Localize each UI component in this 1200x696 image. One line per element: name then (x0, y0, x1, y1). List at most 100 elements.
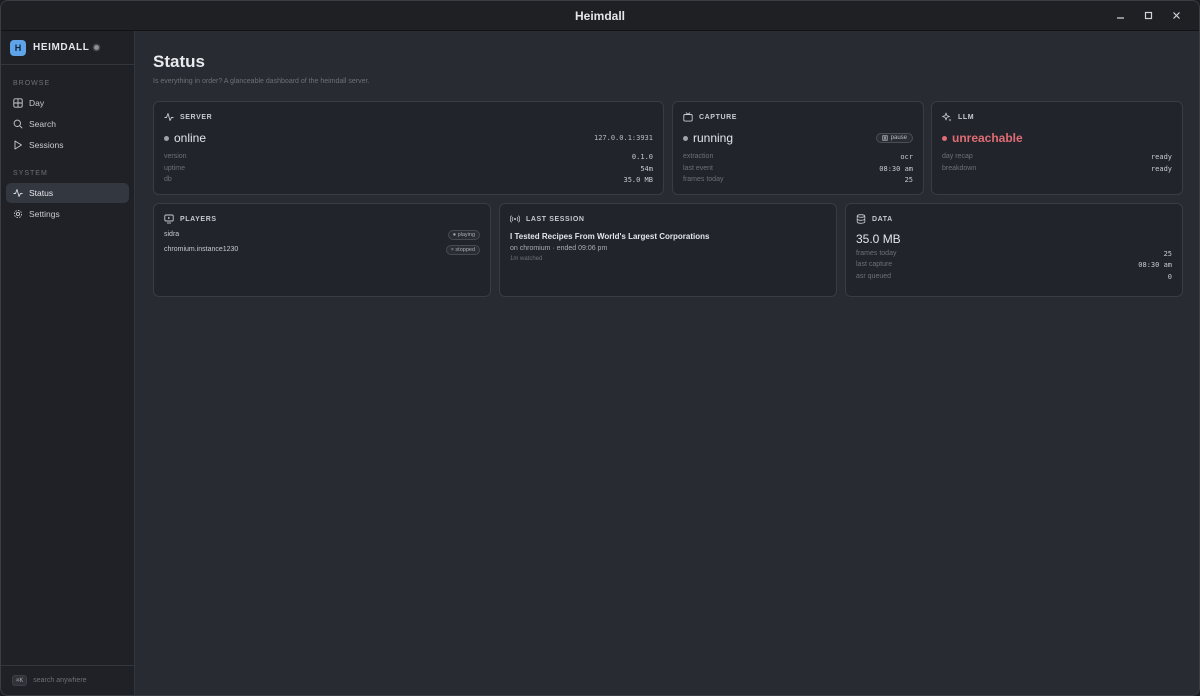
window-title: Heimdall (574, 8, 625, 23)
sidebar-item-status[interactable]: Status (6, 183, 129, 203)
card-header: LAST SESSION (510, 214, 826, 224)
kv-key: asr queued (856, 272, 892, 280)
players-list: sidra ● playing chromium.instance1230 × … (164, 229, 480, 255)
maximize-button[interactable] (1141, 8, 1155, 22)
monitor-icon (164, 214, 174, 224)
page-title: Status (153, 52, 205, 71)
pause-button[interactable]: pause (875, 133, 913, 143)
session-watched: 1m watched (510, 256, 543, 262)
card-header: DATA (856, 214, 1172, 224)
nav-section-system: SYSTEM (13, 170, 48, 177)
server-address[interactable]: 127.0.0.1:3931 (594, 134, 653, 142)
search-anywhere-label: search anywhere (33, 677, 87, 684)
kv-value: 54m (640, 164, 653, 173)
brand-logo: H (10, 39, 26, 56)
kv-value: 0 (1167, 272, 1172, 281)
capture-details: extraction ocr last event 08:30 am frames … (683, 153, 913, 184)
kv-value: 08:30 am (879, 164, 913, 173)
kv-value: ocr (900, 153, 913, 161)
card-title: LAST SESSION (526, 215, 585, 223)
app-body: H HEIMDALL BROWSE Day Search Sessions SY… (1, 31, 1199, 695)
sidebar-item-settings[interactable]: Settings (6, 204, 129, 224)
kv-row: last event 08:30 am (683, 165, 913, 173)
data-details: frames today 25 last capture 08:30 am asr … (856, 250, 1172, 281)
kv-key: last event (683, 164, 713, 172)
kv-key: db (164, 176, 172, 183)
kv-key: version (164, 153, 187, 160)
kv-key: breakdown (942, 164, 977, 172)
kv-value: ready (1150, 153, 1172, 161)
command-palette-hint[interactable]: ⌘K search anywhere (1, 665, 134, 695)
nav-section-browse: BROWSE (13, 80, 51, 87)
kv-key: last capture (856, 261, 893, 268)
kv-value: 25 (1163, 249, 1172, 258)
server-status-row: online 127.0.0.1:3931 (164, 131, 653, 145)
list-item[interactable]: chromium.instance1230 × stopped (164, 244, 480, 255)
card-header: CAPTURE (683, 112, 913, 122)
close-button[interactable] (1169, 8, 1183, 22)
llm-status-row: unreachable (942, 131, 1172, 145)
kv-row: last capture 08:30 am (856, 261, 1172, 269)
server-details: version 0.1.0 uptime 54m db 35.0 MB (164, 153, 653, 184)
card-title: LLM (958, 113, 975, 121)
card-header: LLM (942, 112, 1172, 122)
sparkles-icon (942, 112, 952, 122)
activity-icon (164, 112, 174, 122)
sidebar-item-label: Status (29, 188, 54, 198)
kv-key: uptime (164, 164, 186, 172)
kv-key: frames today (683, 176, 724, 183)
tv-icon (683, 112, 693, 122)
capture-status: running (693, 131, 734, 145)
kv-value: 08:30 am (1138, 261, 1172, 269)
llm-card: LLM unreachable day recap ready breakdown… (931, 101, 1183, 195)
kv-row: breakdown ready (942, 165, 1172, 173)
sidebar-item-label: Search (29, 119, 56, 129)
capture-card: CAPTURE running pause extraction ocr last… (672, 101, 924, 195)
minimize-icon (1116, 16, 1124, 19)
brand-name: HEIMDALL (33, 42, 90, 53)
status-dot (683, 135, 688, 141)
sidebar-item-search[interactable]: Search (6, 114, 129, 134)
kv-row: day recap ready (942, 153, 1172, 161)
titlebar: Heimdall (1, 1, 1199, 31)
server-status: online (174, 131, 207, 145)
kv-row: extraction ocr (683, 153, 913, 161)
pause-label: pause (890, 135, 907, 141)
kv-row: version 0.1.0 (164, 153, 653, 161)
activity-icon (13, 188, 23, 198)
kv-row: frames today 25 (856, 250, 1172, 258)
kv-value: 0.1.0 (631, 153, 653, 161)
kv-value: 25 (904, 176, 913, 184)
card-title: PLAYERS (180, 215, 217, 223)
last-session-card[interactable]: LAST SESSION I Tested Recipes From World… (499, 203, 837, 297)
data-card: DATA 35.0 MB frames today 25 last capture… (845, 203, 1183, 297)
kv-value: 35.0 MB (623, 176, 653, 184)
sidebar-item-sessions[interactable]: Sessions (6, 135, 129, 155)
database-icon (856, 214, 866, 224)
card-title: DATA (872, 215, 893, 223)
kv-row: db 35.0 MB (164, 176, 653, 184)
sidebar: H HEIMDALL BROWSE Day Search Sessions SY… (1, 31, 135, 695)
search-icon (13, 119, 23, 129)
grid-icon (13, 98, 23, 108)
sidebar-item-label: Day (29, 98, 45, 108)
kv-key: extraction (683, 153, 714, 160)
capture-status-row: running pause (683, 131, 913, 145)
session-title: I Tested Recipes From World's Largest Co… (510, 232, 710, 241)
session-meta: on chromium · ended 09:06 pm (510, 245, 608, 252)
kv-row: uptime 54m (164, 165, 653, 173)
status-badge: × stopped (445, 244, 480, 255)
app-window: Heimdall H HEIMDALL BROWSE Day Search Se… (0, 0, 1200, 696)
brand[interactable]: H HEIMDALL (1, 31, 134, 65)
minimize-button[interactable] (1113, 8, 1127, 22)
status-badge: ● playing (447, 229, 480, 240)
player-name: sidra (164, 231, 180, 238)
server-card: SERVER online 127.0.0.1:3931 version 0.1.… (153, 101, 664, 195)
list-item[interactable]: sidra ● playing (164, 229, 480, 240)
sidebar-item-label: Settings (29, 209, 60, 219)
status-dot (164, 135, 169, 141)
sidebar-item-day[interactable]: Day (6, 93, 129, 113)
connection-status-dot (94, 45, 100, 50)
llm-status: unreachable (952, 131, 1023, 145)
data-size: 35.0 MB (856, 232, 901, 246)
